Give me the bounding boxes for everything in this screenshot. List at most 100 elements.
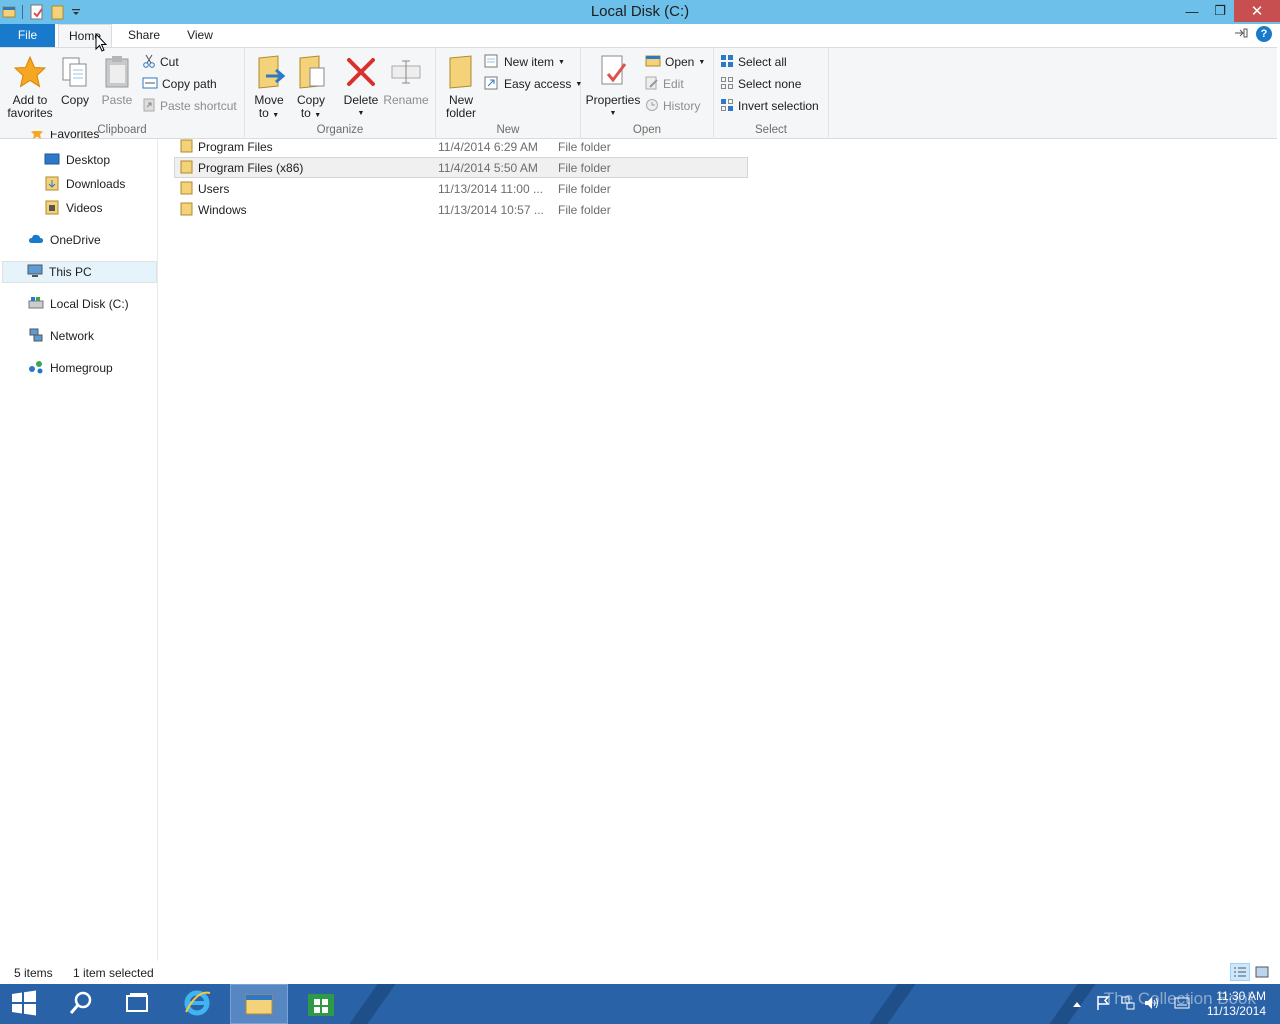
select-none-icon: [720, 76, 734, 93]
desktop-icon: [44, 152, 60, 169]
file-row-program-files[interactable]: Program Files 11/4/2014 6:29 AM File fol…: [174, 136, 748, 157]
new-folder-button[interactable]: New folder: [440, 52, 482, 120]
group-label-organize: Organize: [316, 124, 364, 136]
new-item-button[interactable]: New item ▼: [484, 52, 565, 72]
paste-button[interactable]: Paste: [98, 52, 136, 107]
tab-file[interactable]: File: [0, 24, 55, 47]
cut-button[interactable]: Cut: [142, 52, 179, 72]
rename-icon: [390, 52, 422, 92]
nav-item-onedrive[interactable]: OneDrive: [28, 229, 101, 251]
file-row-windows[interactable]: Windows 11/13/2014 10:57 ... File folder: [174, 199, 748, 220]
input-indicator-icon[interactable]: [1174, 996, 1190, 1013]
expand-ribbon-icon[interactable]: [1234, 27, 1248, 42]
properties-button[interactable]: Properties ▼: [585, 52, 641, 120]
clock[interactable]: 11:30 AM 11/13/2014: [1207, 989, 1266, 1019]
new-item-icon: [484, 54, 500, 71]
store-button[interactable]: [292, 984, 350, 1024]
file-row-users[interactable]: Users 11/13/2014 11:00 ... File folder: [174, 178, 748, 199]
file-explorer-button[interactable]: [230, 984, 288, 1024]
tab-share[interactable]: Share: [119, 24, 169, 47]
nav-item-videos[interactable]: Videos: [44, 197, 102, 219]
action-center-flag-icon[interactable]: [1096, 995, 1110, 1014]
status-bar: 5 items 1 item selected: [0, 962, 1280, 984]
start-button[interactable]: [0, 984, 48, 1024]
invert-selection-button[interactable]: Invert selection: [720, 96, 819, 116]
folder-icon: [180, 139, 194, 156]
dropdown-arrow-icon: ▼: [558, 58, 565, 66]
mouse-cursor-icon: [95, 32, 108, 56]
show-hidden-icons-icon[interactable]: [1072, 997, 1082, 1011]
group-label-new: New: [496, 124, 520, 136]
network-tray-icon[interactable]: [1120, 995, 1136, 1014]
taskbar: The Collection Book 11:30 AM 11/13/2014: [0, 984, 1280, 1024]
delete-x-icon: [345, 52, 377, 92]
file-explorer-icon: [244, 990, 274, 1019]
move-to-folder-icon: [252, 52, 286, 92]
scissors-icon: [142, 54, 156, 71]
network-icon: [28, 328, 44, 345]
easy-access-icon: [484, 76, 500, 93]
dropdown-arrow-icon: ▼: [609, 110, 617, 117]
copy-path-button[interactable]: Copy path: [142, 74, 217, 94]
paste-shortcut-button[interactable]: Paste shortcut: [142, 96, 237, 116]
edit-button[interactable]: Edit: [645, 74, 684, 94]
window-title: Local Disk (C:): [590, 3, 690, 20]
add-to-favorites-button[interactable]: Add to favorites: [4, 52, 56, 120]
group-clipboard: Add to favorites Copy Paste Cut Copy pat…: [0, 48, 245, 139]
nav-item-desktop[interactable]: Desktop: [44, 149, 110, 171]
title-bar: Local Disk (C:) — ❐ ✕: [0, 0, 1280, 24]
clock-time: 11:30 AM: [1216, 989, 1266, 1003]
nav-item-favorites[interactable]: Favorites: [30, 131, 99, 147]
nav-item-local-disk[interactable]: Local Disk (C:): [28, 293, 129, 315]
onedrive-cloud-icon: [28, 233, 44, 248]
folder-icon: [180, 160, 194, 177]
local-disk-icon: [28, 296, 44, 313]
nav-item-this-pc[interactable]: This PC: [2, 261, 157, 283]
maximize-button[interactable]: ❐: [1206, 0, 1234, 22]
large-icons-view-icon[interactable]: [1252, 963, 1272, 981]
minimize-button[interactable]: —: [1178, 0, 1206, 22]
select-all-button[interactable]: Select all: [720, 52, 787, 72]
taskbar-stripe: [855, 984, 923, 1024]
rename-button[interactable]: Rename: [383, 52, 429, 107]
system-tray: [1072, 984, 1190, 1024]
group-new: New folder New item ▼ Easy access ▼ New: [436, 48, 582, 139]
open-icon: [645, 54, 661, 71]
copy-button[interactable]: Copy: [58, 52, 92, 107]
easy-access-button[interactable]: Easy access ▼: [484, 74, 582, 94]
file-row-program-files-x86[interactable]: Program Files (x86) 11/4/2014 5:50 AM Fi…: [174, 157, 748, 178]
move-to-button[interactable]: Move to ▼: [251, 52, 287, 122]
navigation-pane: Favorites Desktop Downloads Videos OneDr…: [0, 131, 158, 961]
history-button[interactable]: History: [645, 96, 700, 116]
select-none-button[interactable]: Select none: [720, 74, 801, 94]
store-bag-icon: [306, 988, 336, 1021]
group-label-open: Open: [632, 124, 662, 136]
nav-item-homegroup[interactable]: Homegroup: [28, 357, 113, 379]
folder-icon: [180, 181, 194, 198]
copy-to-button[interactable]: Copy to ▼: [293, 52, 329, 122]
clock-date: 11/13/2014: [1206, 1004, 1266, 1018]
nav-item-downloads[interactable]: Downloads: [44, 173, 125, 195]
selection-count: 1 item selected: [73, 966, 154, 980]
invert-selection-icon: [720, 98, 734, 115]
close-button[interactable]: ✕: [1234, 0, 1280, 22]
group-select: Select all Select none Invert selection …: [714, 48, 829, 139]
open-button[interactable]: Open ▼: [645, 52, 705, 72]
delete-button[interactable]: Delete ▼: [341, 52, 381, 120]
window-controls: — ❐ ✕: [1178, 0, 1280, 22]
help-icon[interactable]: ?: [1256, 26, 1272, 42]
tab-view[interactable]: View: [179, 24, 221, 47]
internet-explorer-button[interactable]: [168, 984, 226, 1024]
paste-shortcut-icon: [142, 98, 156, 115]
task-view-button[interactable]: [108, 984, 166, 1024]
this-pc-icon: [27, 264, 43, 281]
new-folder-icon: [445, 52, 477, 92]
nav-item-network[interactable]: Network: [28, 325, 94, 347]
search-taskbar-button[interactable]: [52, 984, 110, 1024]
search-icon: [69, 991, 93, 1018]
folder-icon: [180, 202, 194, 219]
ribbon-home: Add to favorites Copy Paste Cut Copy pat…: [0, 47, 1277, 139]
select-all-icon: [720, 54, 734, 71]
details-view-icon[interactable]: [1230, 963, 1250, 981]
volume-icon[interactable]: [1144, 996, 1160, 1013]
